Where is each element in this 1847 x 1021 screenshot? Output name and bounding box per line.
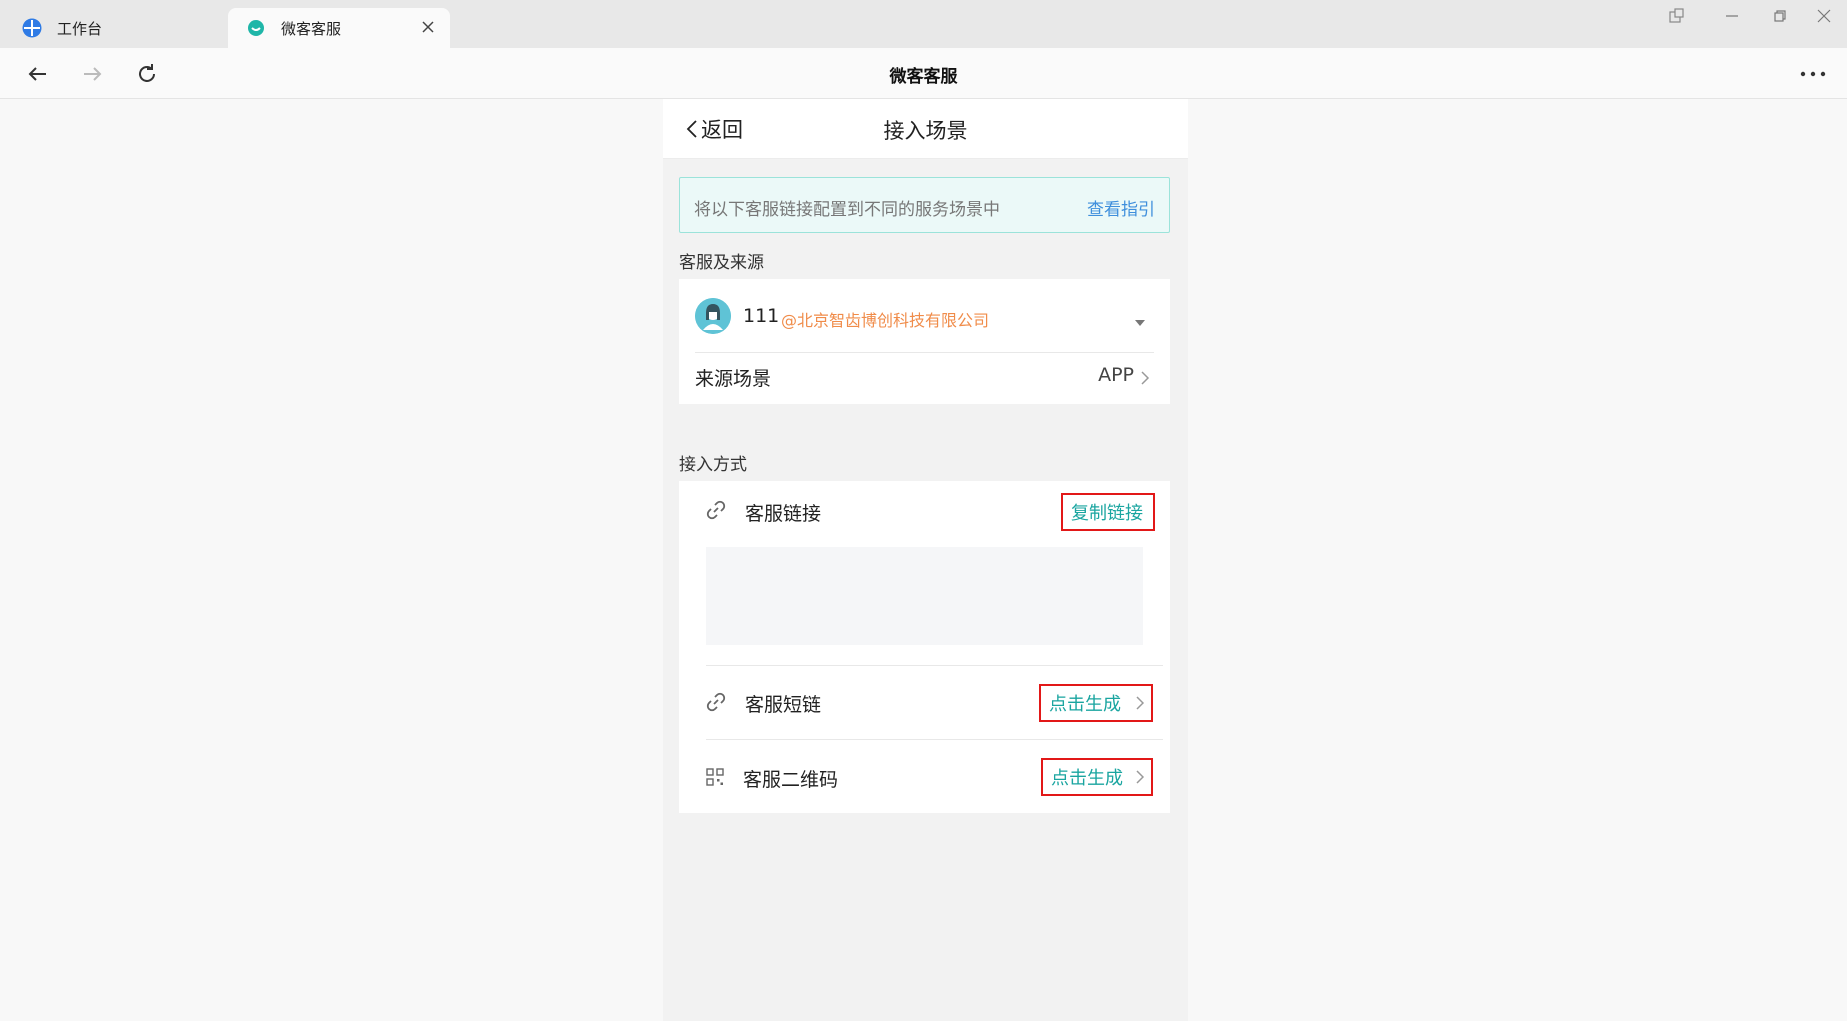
copy-link-button[interactable]: 复制链接 — [1061, 493, 1155, 531]
tip-text: 将以下客服链接配置到不同的服务场景中 — [694, 200, 1000, 220]
link-icon — [705, 691, 727, 713]
tab-weike[interactable]: 微客客服 — [228, 8, 450, 48]
generate-qr-button[interactable]: 点击生成 — [1041, 758, 1153, 796]
chevron-right-icon — [1140, 370, 1150, 386]
link-text-area[interactable] — [706, 547, 1143, 645]
tip-banner: 将以下客服链接配置到不同的服务场景中 查看指引 — [679, 177, 1170, 233]
chevron-right-icon — [1136, 696, 1145, 710]
agent-name: 111 — [743, 305, 780, 327]
restore-icon[interactable] — [1768, 4, 1792, 28]
tab-workbench[interactable]: 工作台 — [0, 8, 228, 48]
weike-icon — [246, 18, 266, 38]
section-source-label: 客服及来源 — [679, 253, 764, 273]
caret-down-icon — [1134, 312, 1146, 326]
link-icon — [705, 499, 727, 521]
copy-link-label: 复制链接 — [1071, 503, 1143, 524]
qr-code-icon — [706, 768, 728, 790]
agent-org: @北京智齿博创科技有限公司 — [781, 311, 990, 330]
panel-title: 接入场景 — [883, 119, 968, 143]
source-scene-row[interactable]: 来源场景 APP — [679, 353, 1170, 404]
avatar — [695, 298, 731, 334]
short-link-label: 客服短链 — [745, 694, 822, 716]
close-icon[interactable] — [420, 19, 436, 35]
source-card: 111 @北京智齿博创科技有限公司 来源场景 APP — [679, 279, 1170, 404]
panel-header: 返回 接入场景 — [663, 99, 1188, 159]
view-guide-link[interactable]: 查看指引 — [1087, 195, 1155, 220]
divider — [706, 739, 1163, 740]
browser-toolbar: 微客客服 — [0, 48, 1847, 99]
source-scene-value: APP — [1098, 364, 1134, 386]
chevron-right-icon — [1136, 770, 1145, 784]
agent-selector[interactable]: 111 @北京智齿博创科技有限公司 — [679, 279, 1170, 351]
link-label: 客服链接 — [745, 503, 822, 525]
qr-label: 客服二维码 — [743, 769, 839, 791]
tab-label: 微客客服 — [281, 19, 342, 38]
more-icon[interactable] — [1799, 64, 1827, 84]
generate-label: 点击生成 — [1049, 694, 1121, 715]
tab-label: 工作台 — [57, 19, 103, 38]
page-title: 微客客服 — [889, 67, 958, 87]
generate-label: 点击生成 — [1051, 768, 1123, 789]
minimize-icon[interactable] — [1720, 4, 1744, 28]
divider — [706, 665, 1163, 666]
section-access-label: 接入方式 — [679, 455, 747, 475]
close-window-icon[interactable] — [1812, 4, 1836, 28]
generate-short-link-button[interactable]: 点击生成 — [1039, 684, 1153, 722]
source-scene-label: 来源场景 — [695, 368, 772, 390]
tab-strip: 工作台 微客客服 — [0, 0, 1847, 48]
mobile-panel: 返回 接入场景 将以下客服链接配置到不同的服务场景中 查看指引 客服及来源 11… — [663, 99, 1188, 1021]
workbench-icon — [22, 18, 42, 38]
pin-window-icon[interactable] — [1665, 4, 1689, 28]
access-card: 客服链接 复制链接 客服短链 点击生成 客服二维码 点击生成 — [679, 481, 1170, 813]
